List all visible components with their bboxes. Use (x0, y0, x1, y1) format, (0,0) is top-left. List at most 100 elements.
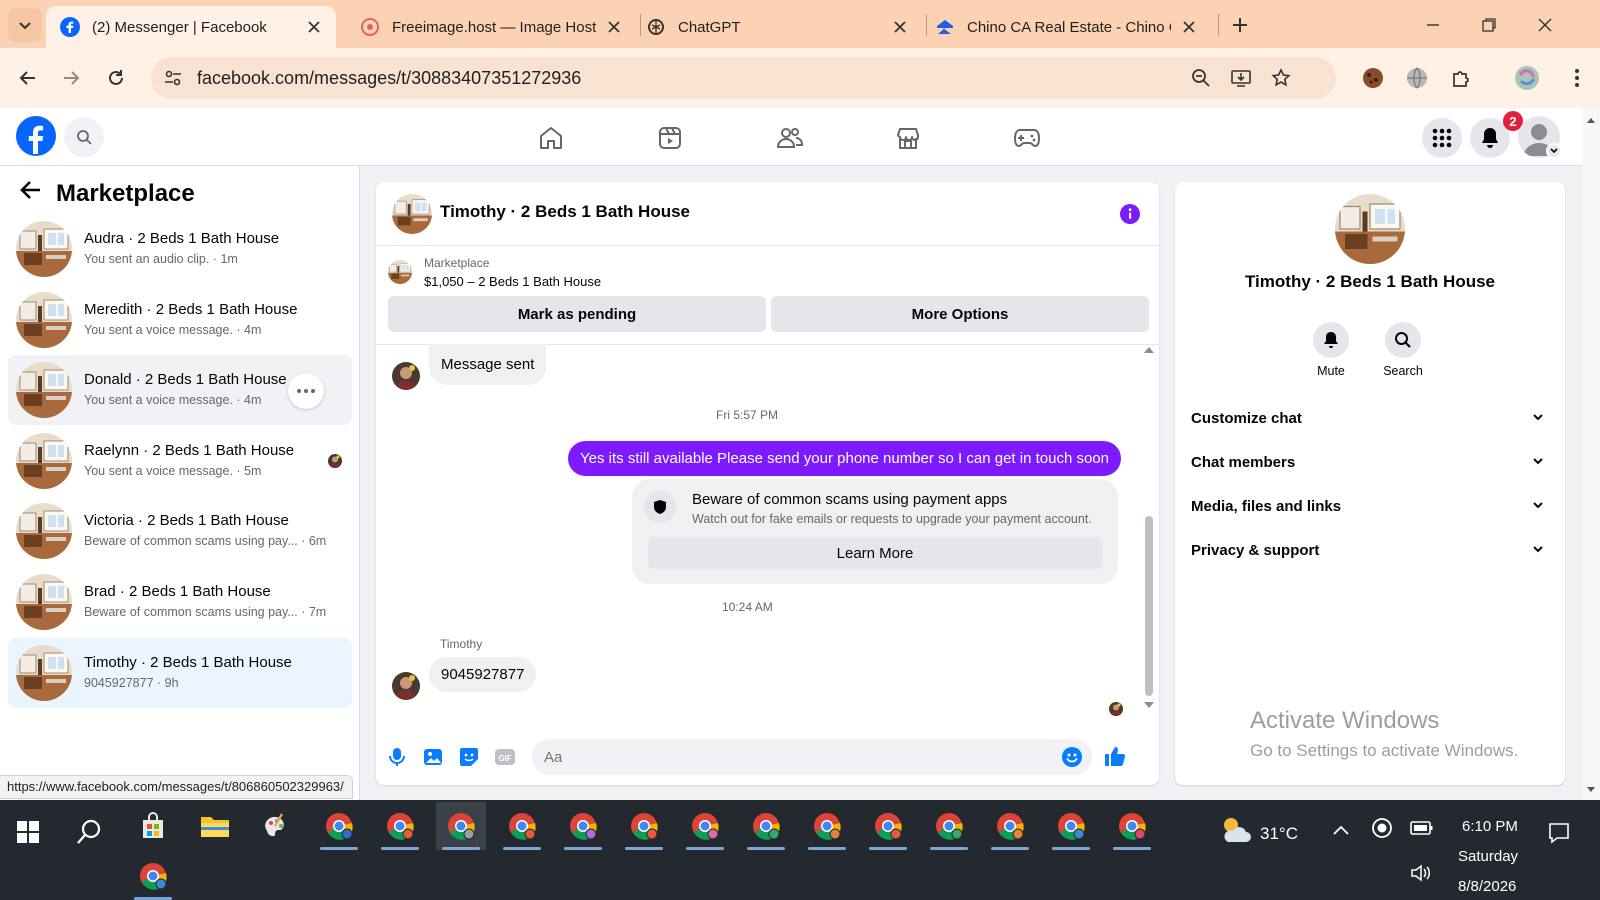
taskbar-chrome-window[interactable] (863, 802, 913, 850)
gaming-nav[interactable] (1009, 120, 1045, 156)
install-app-icon[interactable] (1229, 66, 1253, 90)
chat-title[interactable]: Timothy · 2 Beds 1 Bath House (440, 202, 690, 222)
taskbar-file-explorer-app[interactable] (190, 802, 240, 850)
conversation-item[interactable]: Timothy · 2 Beds 1 Bath House 9045927877 … (8, 637, 352, 708)
forward-button[interactable] (55, 62, 87, 94)
taskbar-paint-app[interactable] (250, 802, 300, 850)
gif-button[interactable]: GIF (492, 744, 518, 770)
mute-button[interactable] (1313, 322, 1349, 358)
chat-avatar[interactable] (392, 194, 432, 234)
account-chevron[interactable] (1546, 143, 1562, 159)
taskbar-chrome-window[interactable] (1107, 802, 1157, 850)
listing-thumbnail[interactable] (388, 260, 412, 284)
chat-scrollbar[interactable] (1142, 346, 1156, 716)
zoom-icon[interactable] (1189, 66, 1213, 90)
tab-messenger[interactable]: (2) Messenger | Facebook (46, 6, 336, 48)
privacy-support-section[interactable]: Privacy & support (1191, 530, 1549, 570)
bookmark-star-icon[interactable] (1269, 66, 1293, 90)
taskbar-chrome-window[interactable] (314, 802, 364, 850)
chat-members-section[interactable]: Chat members (1191, 442, 1549, 482)
scroll-up-icon[interactable] (1586, 116, 1596, 124)
start-button[interactable] (16, 820, 40, 844)
sender-avatar[interactable] (392, 672, 420, 700)
vpn-extension-icon[interactable] (1402, 63, 1432, 93)
sender-avatar[interactable] (392, 362, 420, 390)
battery-icon[interactable] (1410, 820, 1434, 836)
conversation-info-button[interactable] (1120, 204, 1140, 224)
back-arrow-button[interactable] (20, 180, 42, 200)
media-files-links-section[interactable]: Media, files and links (1191, 486, 1549, 526)
scroll-down-icon[interactable] (1586, 786, 1596, 794)
address-text[interactable]: facebook.com/messages/t/3088340735127293… (197, 68, 581, 89)
extensions-puzzle-icon[interactable] (1446, 63, 1476, 93)
close-icon[interactable] (606, 19, 622, 35)
taskbar-chrome-window[interactable] (128, 852, 178, 900)
like-button[interactable] (1101, 742, 1129, 770)
clock-time[interactable]: 6:10 PM (1462, 818, 1518, 835)
marketplace-nav[interactable] (890, 120, 926, 156)
menu-button[interactable] (1422, 118, 1462, 158)
volume-icon[interactable] (1410, 864, 1432, 882)
chat-scroll-thumb[interactable] (1145, 516, 1153, 696)
taskbar-chrome-window[interactable] (924, 802, 974, 850)
home-nav[interactable] (533, 120, 569, 156)
taskbar-chrome-window[interactable] (375, 802, 425, 850)
taskbar-store-app[interactable] (128, 802, 178, 850)
attach-photo-button[interactable] (420, 744, 446, 770)
record-icon[interactable] (1371, 817, 1393, 839)
taskbar-chrome-window[interactable] (436, 802, 486, 850)
new-tab-button[interactable] (1225, 10, 1255, 40)
taskbar-chrome-window[interactable] (497, 802, 547, 850)
voice-clip-button[interactable] (384, 744, 410, 770)
weather-temperature[interactable]: 31°C (1260, 824, 1298, 844)
site-info-icon[interactable] (161, 66, 185, 90)
taskbar-search-button[interactable] (76, 818, 104, 846)
mark-as-pending-button[interactable]: Mark as pending (388, 296, 766, 332)
profile-avatar-icon[interactable] (1512, 63, 1542, 93)
clock-day[interactable]: Saturday (1458, 848, 1518, 865)
learn-more-button[interactable]: Learn More (648, 537, 1102, 569)
taskbar-chrome-window[interactable] (741, 802, 791, 850)
taskbar-chrome-window[interactable] (985, 802, 1035, 850)
notification-center-button[interactable] (1548, 822, 1570, 844)
more-options-button[interactable]: More Options (771, 296, 1149, 332)
customize-chat-section[interactable]: Customize chat (1191, 398, 1549, 438)
conversation-item[interactable]: Meredith · 2 Beds 1 Bath House You sent a… (8, 285, 352, 355)
address-bar[interactable]: facebook.com/messages/t/3088340735127293… (151, 57, 1336, 99)
conversation-item[interactable]: Victoria · 2 Beds 1 Bath House Beware of … (8, 496, 352, 566)
tab-freeimage[interactable]: Freeimage.host — Image Hostin (346, 6, 636, 48)
sticker-button[interactable] (456, 744, 482, 770)
scroll-down-icon[interactable] (1143, 701, 1155, 709)
facebook-search-button[interactable] (64, 117, 104, 157)
details-avatar[interactable] (1335, 194, 1405, 264)
close-window-button[interactable] (1530, 10, 1560, 40)
watch-nav[interactable] (652, 120, 688, 156)
browser-menu-icon[interactable] (1562, 63, 1592, 93)
message-bubble-incoming[interactable]: 9045927877 (429, 657, 537, 692)
cookie-extension-icon[interactable] (1358, 63, 1388, 93)
minimize-button[interactable] (1418, 10, 1448, 40)
show-hidden-icons-button[interactable] (1332, 824, 1350, 836)
search-in-conversation-button[interactable] (1385, 322, 1421, 358)
taskbar-chrome-window[interactable] (619, 802, 669, 850)
conversation-more-button[interactable] (288, 373, 324, 410)
close-icon[interactable] (1181, 19, 1197, 35)
close-icon[interactable] (306, 19, 322, 35)
reload-button[interactable] (100, 62, 132, 94)
message-bubble-incoming[interactable]: Message sent (429, 344, 547, 385)
taskbar-chrome-window[interactable] (680, 802, 730, 850)
tab-chatgpt[interactable]: ChatGPT (632, 6, 922, 48)
emoji-icon[interactable] (1062, 747, 1082, 767)
taskbar-chrome-window[interactable] (1046, 802, 1096, 850)
message-composer[interactable] (532, 739, 1092, 775)
close-icon[interactable] (892, 19, 908, 35)
conversation-item[interactable]: Raelynn · 2 Beds 1 Bath House You sent a … (8, 426, 352, 496)
taskbar-chrome-window[interactable] (802, 802, 852, 850)
message-input[interactable] (544, 739, 1064, 775)
conversation-item[interactable]: Brad · 2 Beds 1 Bath House Beware of comm… (8, 567, 352, 637)
tab-search-button[interactable] (8, 8, 42, 42)
page-scrollbar[interactable] (1582, 108, 1600, 800)
scroll-up-icon[interactable] (1143, 346, 1155, 354)
tab-zillow[interactable]: Chino CA Real Estate - Chino CA (921, 6, 1211, 48)
message-bubble-outgoing[interactable]: Yes its still available Please send your… (568, 441, 1121, 476)
